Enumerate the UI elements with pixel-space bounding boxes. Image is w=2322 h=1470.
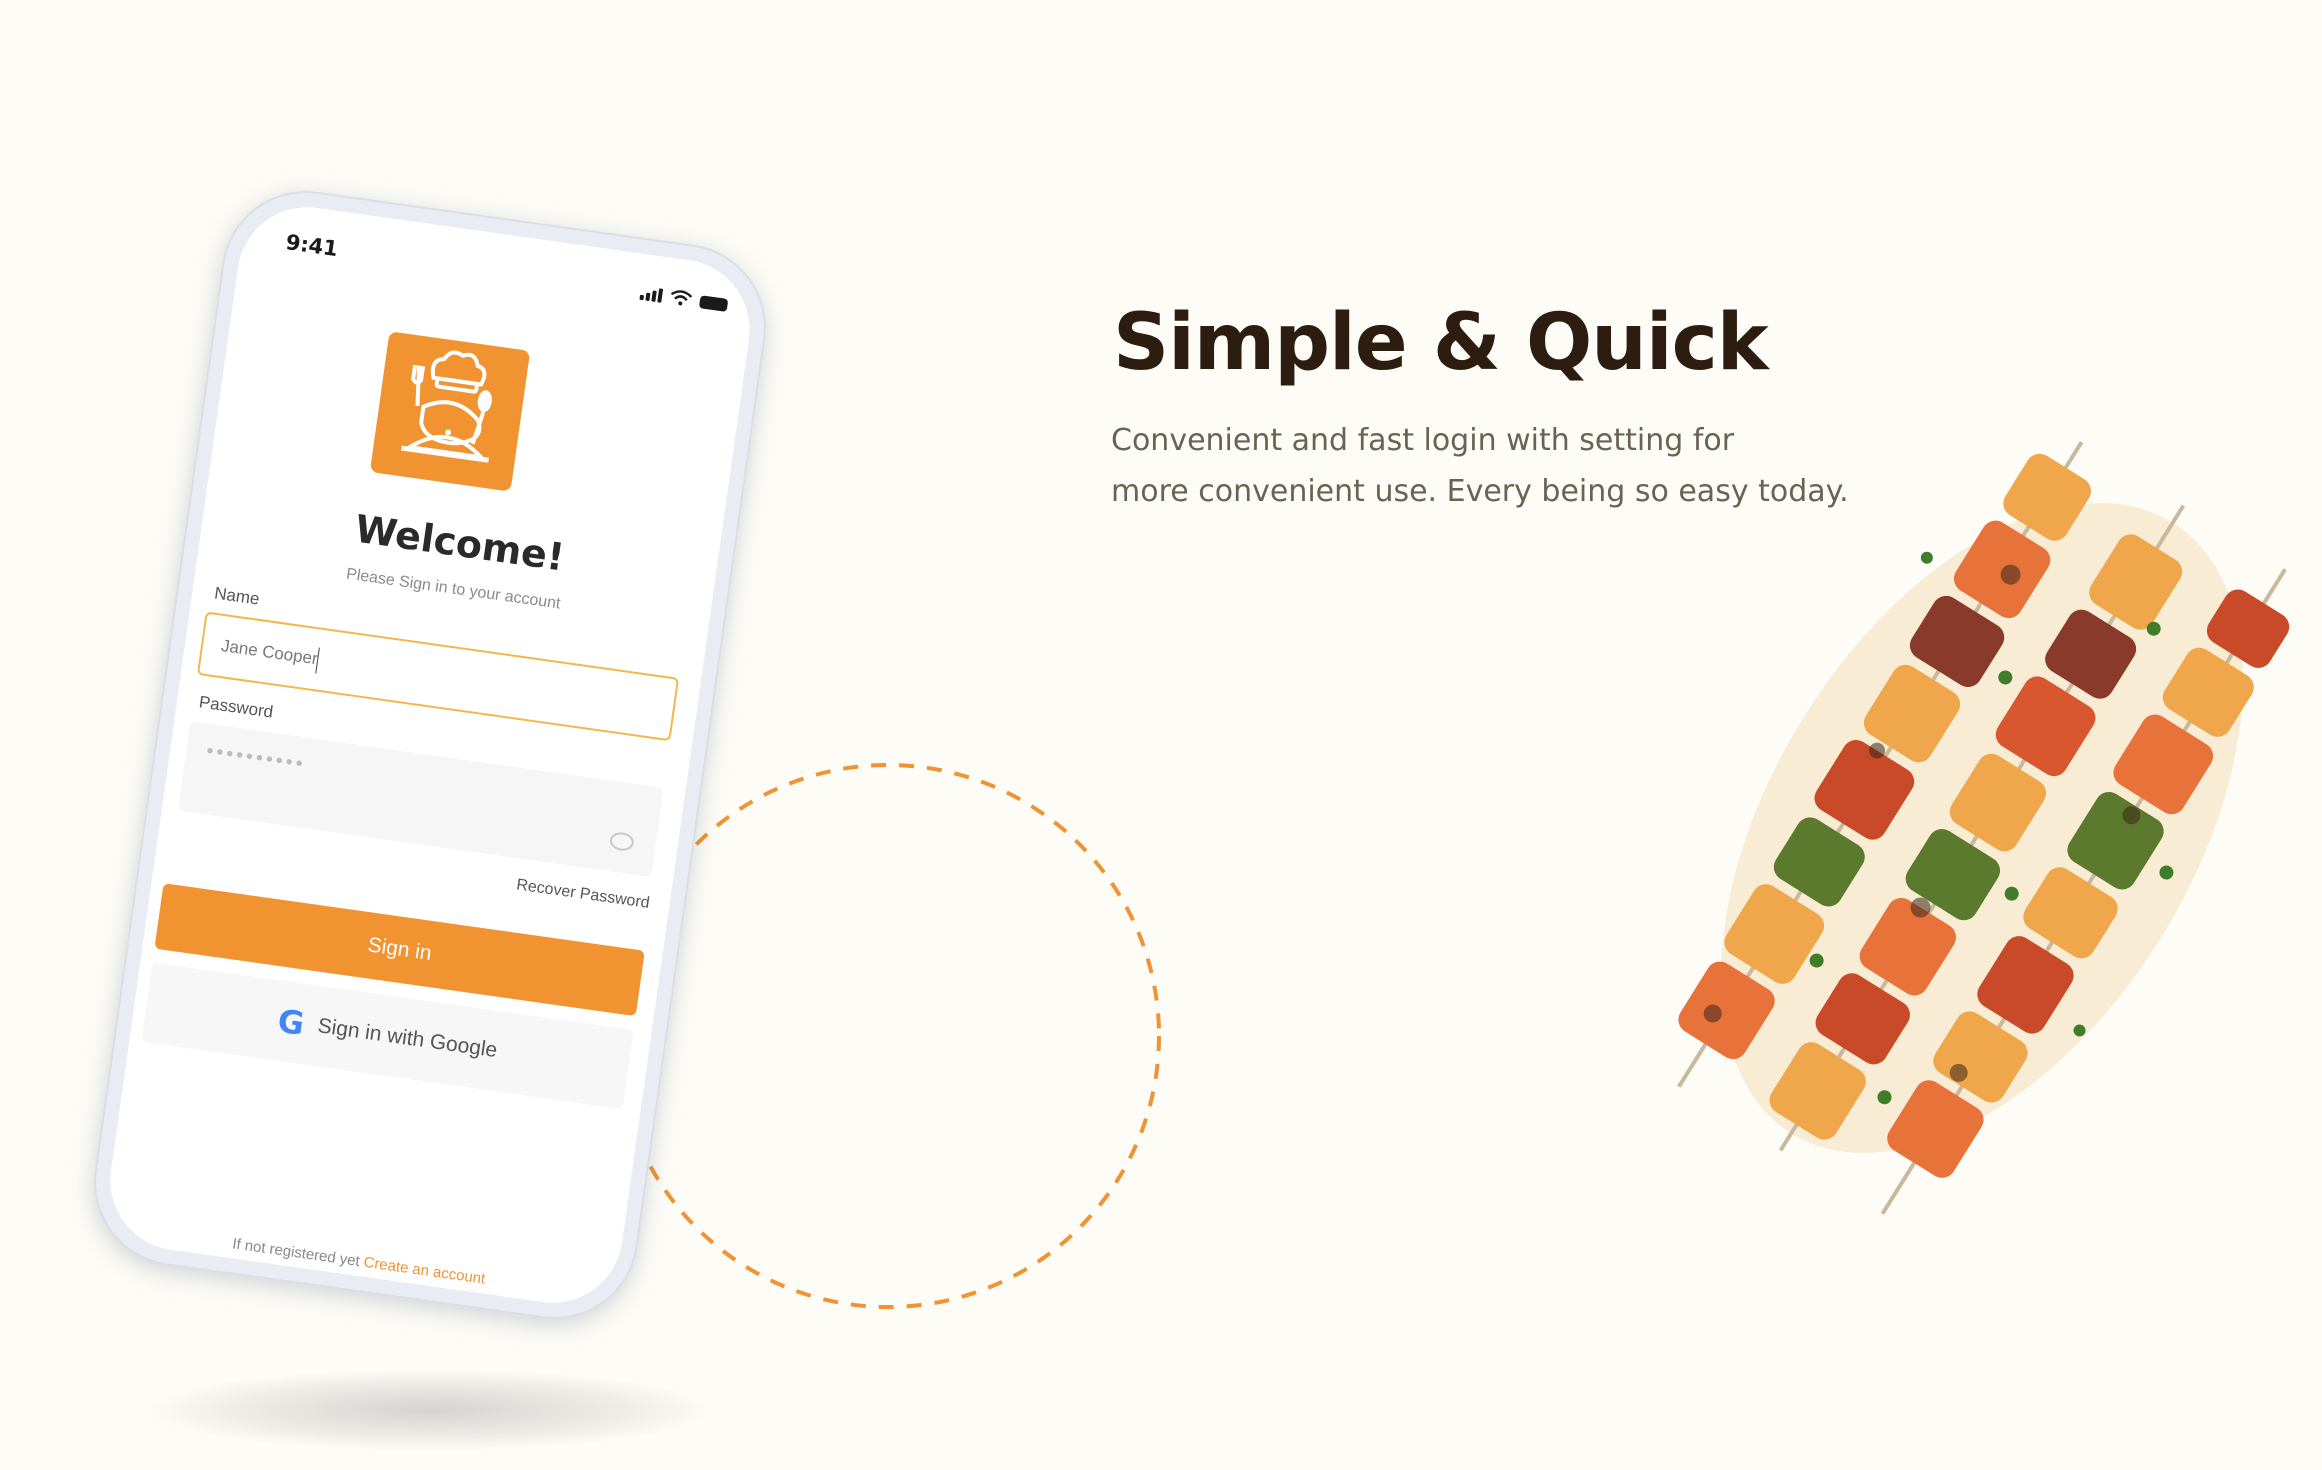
kebab-skewers-image	[1677, 441, 2290, 1215]
